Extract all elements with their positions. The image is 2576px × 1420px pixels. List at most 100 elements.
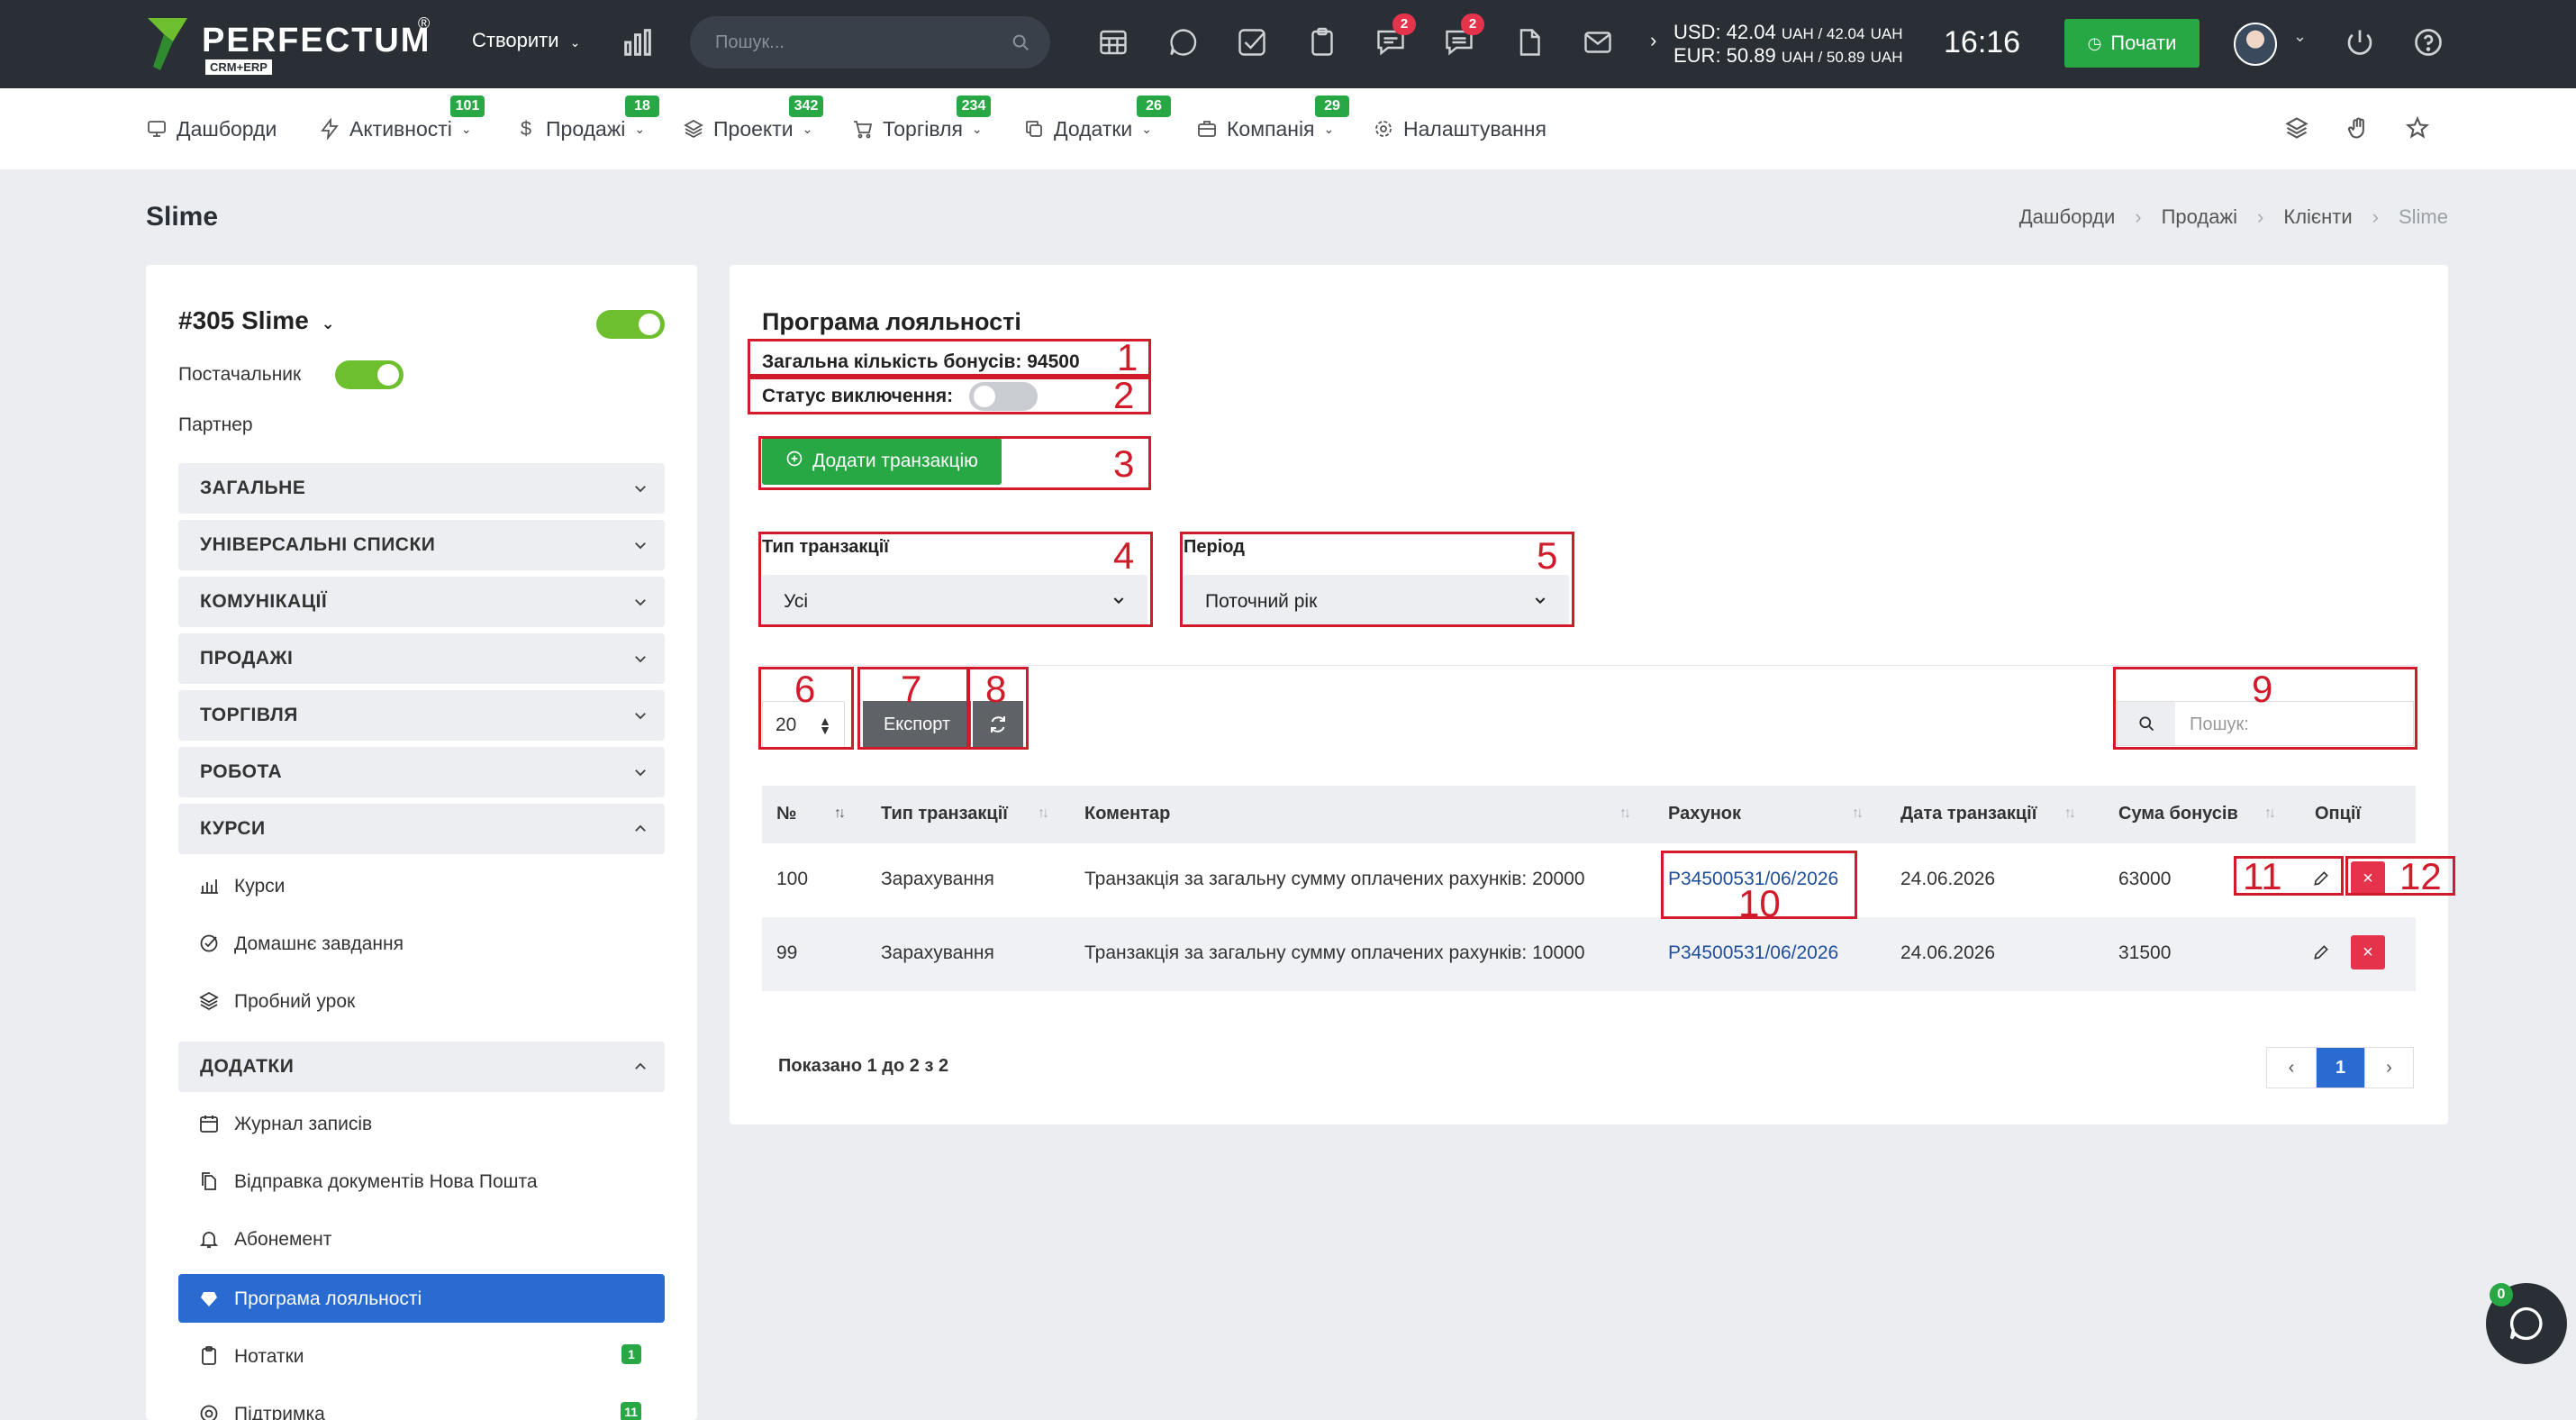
transaction-type-select[interactable]: Усі <box>762 575 1147 625</box>
exclusion-status-toggle[interactable] <box>969 382 1038 411</box>
period-select[interactable]: Поточний рік <box>1184 575 1569 625</box>
nav-dashboards[interactable]: Дашборди <box>146 115 277 142</box>
copy-icon <box>1023 118 1045 140</box>
sort-icon[interactable]: ↑↓ <box>1852 806 1864 822</box>
global-search[interactable] <box>690 16 1050 68</box>
sort-icon[interactable]: ↑↓ <box>834 806 846 822</box>
calendar-table-icon[interactable] <box>1097 24 1129 60</box>
sidebar-item-label: Журнал записів <box>234 1114 373 1134</box>
chevron-down-icon <box>635 769 646 777</box>
client-active-toggle[interactable] <box>596 310 665 339</box>
column-header-comment[interactable]: Коментар <box>1084 804 1170 824</box>
comment-icon[interactable]: 2 <box>1374 14 1416 60</box>
breadcrumb-link[interactable]: Продажі <box>2162 205 2237 229</box>
help-icon[interactable] <box>2412 24 2444 60</box>
eur-rate: EUR: 50.89 UAH / 50.89 UAH <box>1673 44 1903 67</box>
nav-addons[interactable]: Додатки ⌄ 26 <box>1023 96 1171 142</box>
sidebar-item-subscription[interactable]: Абонемент <box>178 1215 665 1263</box>
breadcrumb-link[interactable]: Дашборди <box>2019 205 2115 229</box>
mail-icon[interactable] <box>1582 24 1614 60</box>
pagination-prev[interactable]: ‹ <box>2267 1048 2316 1088</box>
chart-icon[interactable] <box>620 24 656 60</box>
invoice-link[interactable]: P34500531/06/2026 <box>1668 942 1838 964</box>
section-courses[interactable]: КУРСИ <box>178 804 665 854</box>
pagination-page[interactable]: 1 <box>2316 1048 2364 1088</box>
column-header-date[interactable]: Дата транзакції <box>1900 804 2036 824</box>
checkbox-icon[interactable] <box>1236 24 1268 60</box>
supplier-label: Постачальник <box>178 364 302 385</box>
section-trade[interactable]: ТОРГІВЛЯ <box>178 690 665 741</box>
cell-comment: Транзакція за загальну сумму оплачених р… <box>1084 869 1585 889</box>
document-icon[interactable] <box>1513 24 1546 60</box>
avatar[interactable] <box>2234 23 2277 66</box>
section-work[interactable]: РОБОТА <box>178 747 665 797</box>
sort-icon[interactable]: ↑↓ <box>1038 806 1049 822</box>
table-search[interactable] <box>2117 701 2414 746</box>
heart-diamond-icon <box>198 1288 220 1309</box>
sidebar-item-courses[interactable]: Курси <box>178 861 665 910</box>
section-general[interactable]: ЗАГАЛЬНЕ <box>178 463 665 514</box>
chevron-down-icon: ⌄ <box>634 121 646 136</box>
sidebar-item-homework[interactable]: Домашнє завдання <box>178 919 665 968</box>
export-button[interactable]: Експорт <box>863 701 971 748</box>
create-label: Створити <box>472 29 559 51</box>
sidebar-item-trial-lesson[interactable]: Пробний урок <box>178 977 665 1025</box>
sidebar-item-journal[interactable]: Журнал записів <box>178 1099 665 1148</box>
nav-trade[interactable]: Торгівля ⌄ 234 <box>852 96 991 142</box>
section-universal-lists[interactable]: УНІВЕРСАЛЬНІ СПИСКИ <box>178 520 665 570</box>
nav-settings[interactable]: Налаштування <box>1373 115 1547 142</box>
message-icon[interactable]: 2 <box>1443 14 1484 60</box>
section-addons[interactable]: ДОДАТКИ <box>178 1042 665 1092</box>
edit-button[interactable] <box>2304 861 2338 896</box>
sidebar-item-nova-poshta[interactable]: Відправка документів Нова Пошта <box>178 1157 665 1206</box>
create-menu-button[interactable]: Створити ⌄ <box>472 29 580 52</box>
nav-company[interactable]: Компанія ⌄ 29 <box>1196 96 1349 142</box>
breadcrumb-link[interactable]: Клієнти <box>2283 205 2352 229</box>
sidebar-item-loyalty[interactable]: Програма лояльності <box>178 1274 665 1323</box>
sort-icon[interactable]: ↑↓ <box>2064 806 2076 822</box>
nav-activities[interactable]: Активності ⌄ 101 <box>319 96 485 142</box>
chevron-down-icon[interactable]: ⌄ <box>2293 27 2307 46</box>
layers-icon[interactable] <box>2284 115 2309 141</box>
column-header-sum[interactable]: Сума бонусів <box>2118 804 2238 824</box>
refresh-button[interactable] <box>973 701 1023 748</box>
invoice-link[interactable]: P34500531/06/2026 <box>1668 869 1838 890</box>
sidebar-item-support[interactable]: Підтримка 11 <box>178 1389 665 1420</box>
sort-icon[interactable]: ↑↓ <box>1619 806 1631 822</box>
page-size-select[interactable]: 20 ▲ ▼ <box>762 701 845 748</box>
column-header-number[interactable]: № <box>776 804 796 824</box>
table-search-input[interactable] <box>2190 713 2397 736</box>
nav-label: Налаштування <box>1403 116 1547 141</box>
clipboard-icon[interactable] <box>1306 24 1338 60</box>
start-timer-button[interactable]: ◷ Почати <box>2064 19 2200 68</box>
column-header-invoice[interactable]: Рахунок <box>1668 804 1741 824</box>
sidebar-item-notes[interactable]: Нотатки 1 <box>178 1332 665 1380</box>
layers-icon <box>198 990 220 1012</box>
section-communications[interactable]: КОМУНІКАЦІЇ <box>178 577 665 627</box>
power-icon[interactable] <box>2344 24 2376 60</box>
hand-icon[interactable] <box>2345 115 2371 141</box>
column-header-type[interactable]: Тип транзакції <box>881 804 1008 824</box>
delete-button[interactable]: × <box>2351 861 2385 896</box>
cart-icon <box>852 118 874 140</box>
breadcrumb-separator: › <box>2257 205 2264 228</box>
nav-projects[interactable]: Проекти ⌄ 342 <box>683 96 823 142</box>
star-icon[interactable] <box>2405 115 2430 141</box>
client-title[interactable]: #305 Slime ⌄ <box>178 306 335 335</box>
sort-icon[interactable]: ↑↓ <box>2264 806 2276 822</box>
supplier-toggle[interactable] <box>335 360 404 389</box>
pagination-next[interactable]: › <box>2364 1048 2413 1088</box>
chat-icon[interactable] <box>1167 24 1200 60</box>
edit-button[interactable] <box>2304 935 2338 969</box>
chevron-right-icon[interactable]: › <box>1650 29 1656 52</box>
section-label: КОМУНІКАЦІЇ <box>200 591 328 612</box>
global-search-input[interactable] <box>715 29 985 56</box>
pencil-icon <box>2314 871 2328 886</box>
search-icon[interactable] <box>1011 32 1030 52</box>
chat-widget-button[interactable]: 0 <box>2486 1283 2567 1364</box>
add-transaction-button[interactable]: Додати транзакцію <box>762 438 1002 485</box>
section-sales[interactable]: ПРОДАЖІ <box>178 633 665 684</box>
nav-sales[interactable]: $ Продажі ⌄ 18 <box>515 96 659 142</box>
nav-label: Дашборди <box>177 116 277 141</box>
delete-button[interactable]: × <box>2351 935 2385 969</box>
